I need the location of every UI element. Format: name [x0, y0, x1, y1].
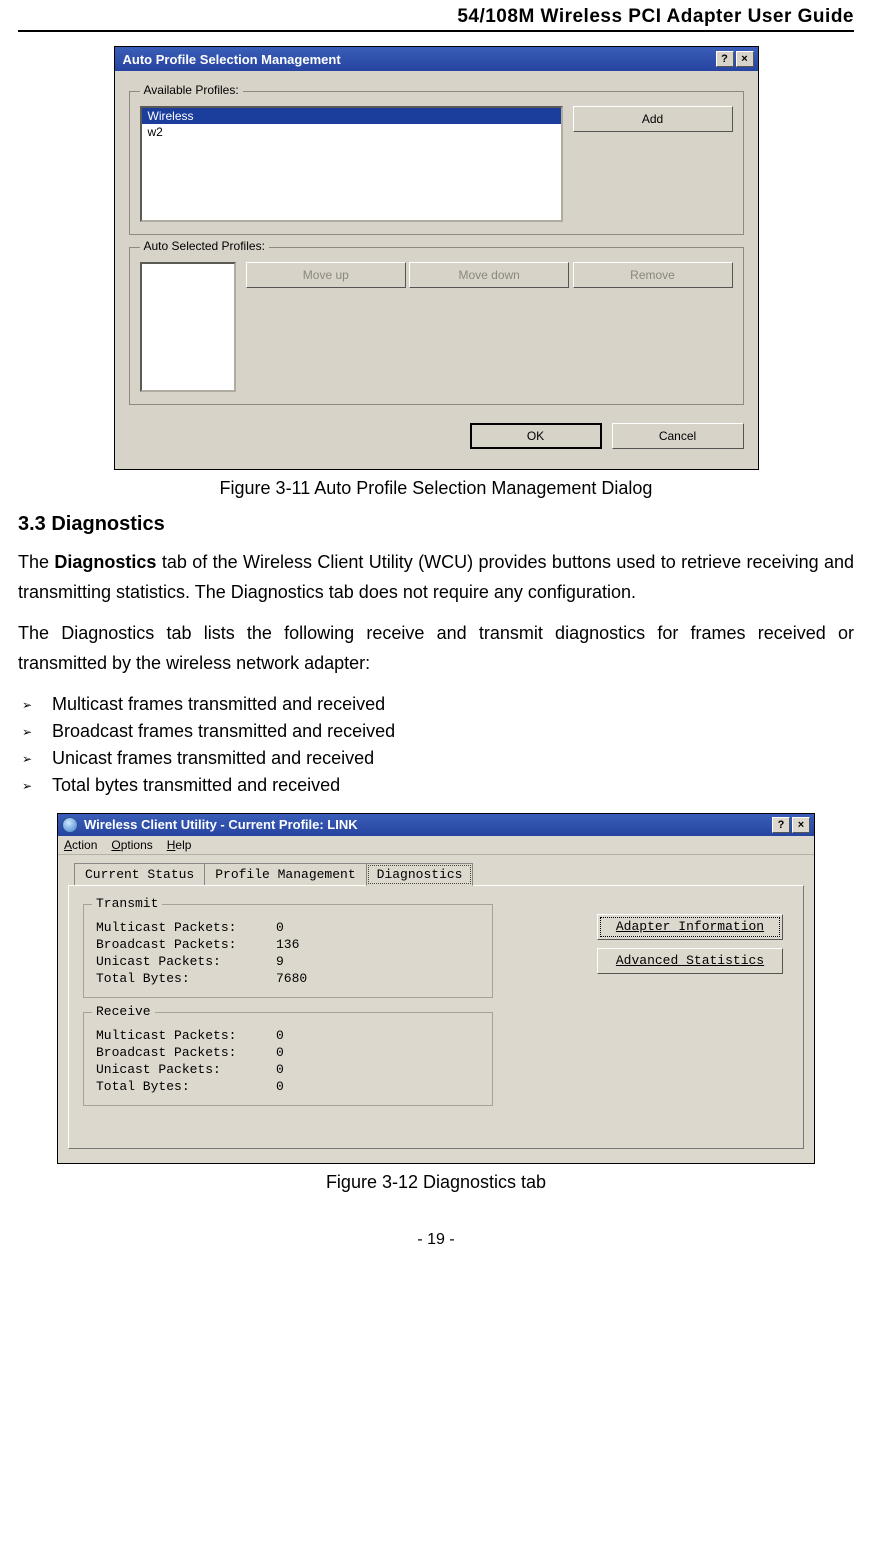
- list-item[interactable]: w2: [142, 124, 561, 140]
- help-icon[interactable]: ?: [772, 817, 790, 833]
- add-button[interactable]: Add: [573, 106, 733, 132]
- auto-selected-profiles-group: Auto Selected Profiles: Move up Move dow…: [129, 247, 744, 405]
- section-heading: 3.3 Diagnostics: [18, 513, 854, 536]
- advanced-statistics-button[interactable]: Advanced Statistics: [597, 948, 783, 974]
- stat-label: Total Bytes:: [96, 1079, 276, 1094]
- move-up-button[interactable]: Move up: [246, 262, 406, 288]
- group-label: Available Profiles:: [140, 83, 243, 97]
- remove-button[interactable]: Remove: [573, 262, 733, 288]
- stat-value: 9: [276, 954, 284, 969]
- tab-current-status[interactable]: Current Status: [74, 863, 205, 885]
- page-header: 54/108M Wireless PCI Adapter User Guide: [0, 0, 872, 30]
- stat-label: Broadcast Packets:: [96, 937, 276, 952]
- help-icon[interactable]: ?: [716, 51, 734, 67]
- tab-profile-management[interactable]: Profile Management: [204, 863, 366, 885]
- text-bold: Diagnostics: [54, 552, 156, 572]
- figure-caption: Figure 3-11 Auto Profile Selection Manag…: [18, 478, 854, 499]
- wcu-dialog: Wireless Client Utility - Current Profil…: [57, 813, 815, 1164]
- ok-button[interactable]: OK: [470, 423, 602, 449]
- list-item: Multicast frames transmitted and receive…: [20, 691, 854, 718]
- stat-value: 7680: [276, 971, 307, 986]
- available-profiles-listbox[interactable]: Wireless w2: [140, 106, 563, 222]
- receive-group: Receive Multicast Packets:0 Broadcast Pa…: [83, 1012, 493, 1106]
- paragraph: The Diagnostics tab of the Wireless Clie…: [18, 548, 854, 607]
- stat-label: Total Bytes:: [96, 971, 276, 986]
- stat-label: Unicast Packets:: [96, 1062, 276, 1077]
- stat-value: 0: [276, 1079, 284, 1094]
- stat-value: 0: [276, 1028, 284, 1043]
- auto-selected-listbox[interactable]: [140, 262, 236, 392]
- header-rule: [18, 30, 854, 32]
- menubar: Action Options Help: [58, 836, 814, 855]
- dialog-titlebar: Auto Profile Selection Management ? ×: [115, 47, 758, 71]
- stat-value: 0: [276, 1045, 284, 1060]
- stat-label: Broadcast Packets:: [96, 1045, 276, 1060]
- adapter-information-button[interactable]: Adapter Information: [597, 914, 783, 940]
- group-label: Receive: [92, 1004, 155, 1019]
- dialog-title: Auto Profile Selection Management: [123, 52, 341, 67]
- stat-label: Multicast Packets:: [96, 920, 276, 935]
- tabstrip: Current Status Profile Management Diagno…: [74, 863, 804, 885]
- menu-help[interactable]: Help: [167, 838, 192, 852]
- close-icon[interactable]: ×: [736, 51, 754, 67]
- profile-management-dialog: Auto Profile Selection Management ? × Av…: [114, 46, 759, 470]
- list-item: Unicast frames transmitted and received: [20, 745, 854, 772]
- stat-label: Multicast Packets:: [96, 1028, 276, 1043]
- stat-value: 136: [276, 937, 299, 952]
- group-label: Transmit: [92, 896, 162, 911]
- cancel-button[interactable]: Cancel: [612, 423, 744, 449]
- stat-value: 0: [276, 920, 284, 935]
- bullet-list: Multicast frames transmitted and receive…: [18, 691, 854, 799]
- list-item: Broadcast frames transmitted and receive…: [20, 718, 854, 745]
- app-icon: [62, 817, 78, 833]
- list-item: Total bytes transmitted and received: [20, 772, 854, 799]
- menu-options[interactable]: Options: [111, 838, 152, 852]
- list-item[interactable]: Wireless: [142, 108, 561, 124]
- transmit-group: Transmit Multicast Packets:0 Broadcast P…: [83, 904, 493, 998]
- close-icon[interactable]: ×: [792, 817, 810, 833]
- text-fragment: The: [18, 552, 54, 572]
- menu-action[interactable]: Action: [64, 838, 97, 852]
- group-label: Auto Selected Profiles:: [140, 239, 269, 253]
- stat-value: 0: [276, 1062, 284, 1077]
- tab-diagnostics[interactable]: Diagnostics: [366, 863, 474, 886]
- tabpanel: Transmit Multicast Packets:0 Broadcast P…: [68, 885, 804, 1149]
- dialog-titlebar: Wireless Client Utility - Current Profil…: [58, 814, 814, 836]
- move-down-button[interactable]: Move down: [409, 262, 569, 288]
- figure-caption: Figure 3-12 Diagnostics tab: [18, 1172, 854, 1193]
- dialog-title: Wireless Client Utility - Current Profil…: [84, 817, 358, 832]
- page-number: - 19 -: [0, 1231, 872, 1249]
- stat-label: Unicast Packets:: [96, 954, 276, 969]
- available-profiles-group: Available Profiles: Wireless w2 Add: [129, 91, 744, 235]
- paragraph: The Diagnostics tab lists the following …: [18, 619, 854, 678]
